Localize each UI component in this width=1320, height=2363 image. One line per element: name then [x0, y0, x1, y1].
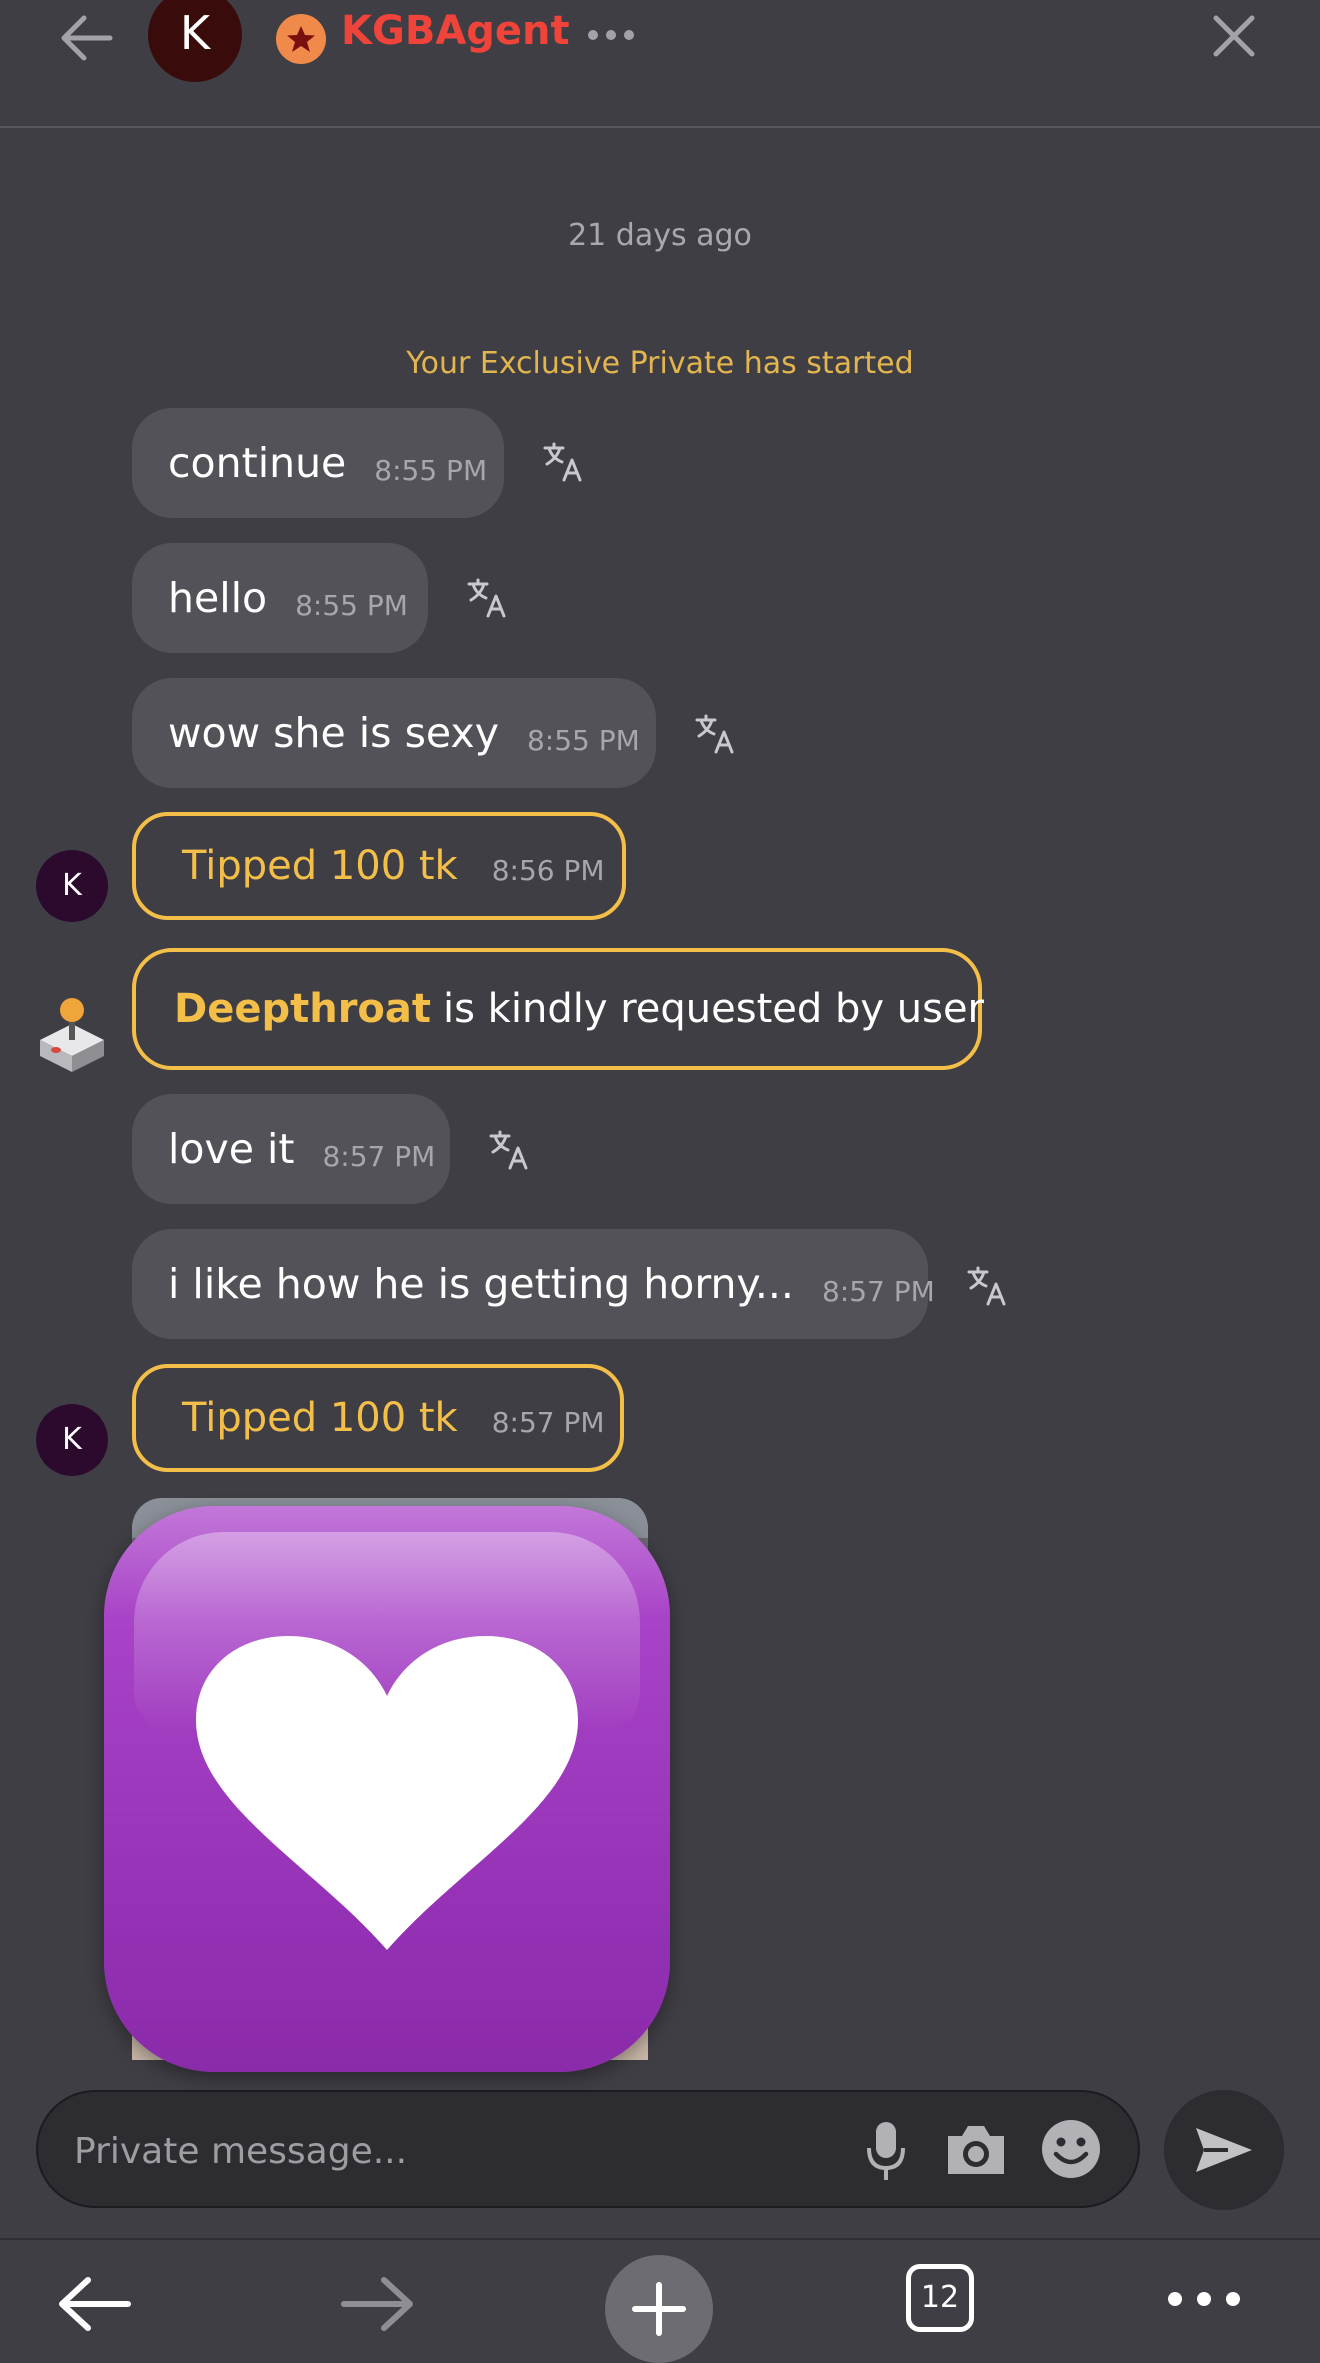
private-started-note: Your Exclusive Private has started: [406, 346, 914, 381]
private-message-input[interactable]: [72, 2120, 836, 2182]
message-time: 8:57 PM: [322, 1139, 436, 1173]
avatar[interactable]: K: [148, 0, 242, 82]
translate-icon[interactable]: [488, 1128, 532, 1172]
requested-action: Deepthroat: [174, 986, 432, 1032]
translate-icon[interactable]: [966, 1264, 1010, 1308]
message-time: 8:56 PM: [491, 853, 605, 887]
smiley-icon[interactable]: [1040, 2118, 1102, 2180]
username[interactable]: KGBAgent: [341, 8, 570, 54]
microphone-icon[interactable]: [866, 2120, 906, 2182]
translate-icon[interactable]: [466, 576, 510, 620]
request-text: is kindly requested by user: [443, 986, 984, 1032]
date-separator: 21 days ago: [568, 218, 752, 253]
browser-back-icon[interactable]: [56, 2276, 132, 2332]
close-icon[interactable]: [1212, 14, 1256, 58]
plus-icon: [632, 2282, 686, 2336]
translate-icon[interactable]: [542, 440, 586, 484]
message-bubble[interactable]: continue 8:55 PM: [132, 408, 504, 518]
star-badge-icon: [276, 14, 326, 64]
joystick-icon: [40, 998, 104, 1072]
message-time: 8:55 PM: [374, 453, 488, 487]
browser-menu-icon[interactable]: [1166, 2290, 1242, 2308]
browser-forward-icon[interactable]: [340, 2276, 416, 2332]
more-horizontal-icon[interactable]: [586, 28, 636, 42]
message-text: i like how he is getting horny...: [168, 1260, 794, 1308]
browser-toolbar: 12: [0, 2238, 1320, 2363]
message-bubble[interactable]: hello 8:55 PM: [132, 543, 428, 653]
request-message: Deepthroat is kindly requested by user: [132, 948, 984, 1070]
send-button[interactable]: [1164, 2090, 1284, 2210]
message-bubble[interactable]: love it 8:57 PM: [132, 1094, 450, 1204]
avatar[interactable]: K: [36, 850, 108, 922]
new-tab-button[interactable]: [605, 2255, 713, 2363]
chat-header: K KGBAgent: [0, 0, 1320, 128]
tip-text: Tipped 100 tk: [182, 1395, 458, 1441]
heart-icon: [196, 1636, 578, 1950]
tip-message: Tipped 100 tk 8:57 PM: [132, 1364, 624, 1472]
message-text: wow she is sexy: [168, 709, 499, 757]
message-text: hello: [168, 574, 268, 622]
tip-message: Tipped 100 tk 8:56 PM: [132, 812, 626, 920]
message-time: 8:55 PM: [295, 588, 408, 622]
purple-heart-emoji: [104, 1506, 670, 2072]
tab-count-button[interactable]: 12: [906, 2264, 974, 2332]
message-time: 8:57 PM: [491, 1405, 605, 1439]
translate-icon[interactable]: [694, 712, 738, 756]
message-time: 8:57 PM: [821, 1274, 935, 1308]
message-composer: [36, 2090, 1140, 2208]
message-text: love it: [168, 1125, 295, 1173]
send-icon: [1196, 2128, 1252, 2172]
avatar[interactable]: K: [36, 1404, 108, 1476]
message-time: 8:55 PM: [526, 723, 640, 757]
message-text: continue: [168, 439, 347, 487]
tip-text: Tipped 100 tk: [182, 843, 458, 889]
camera-icon[interactable]: [944, 2122, 1008, 2178]
message-bubble[interactable]: i like how he is getting horny... 8:57 P…: [132, 1229, 935, 1339]
back-arrow-icon[interactable]: [58, 14, 114, 62]
message-bubble[interactable]: wow she is sexy 8:55 PM: [132, 678, 656, 788]
